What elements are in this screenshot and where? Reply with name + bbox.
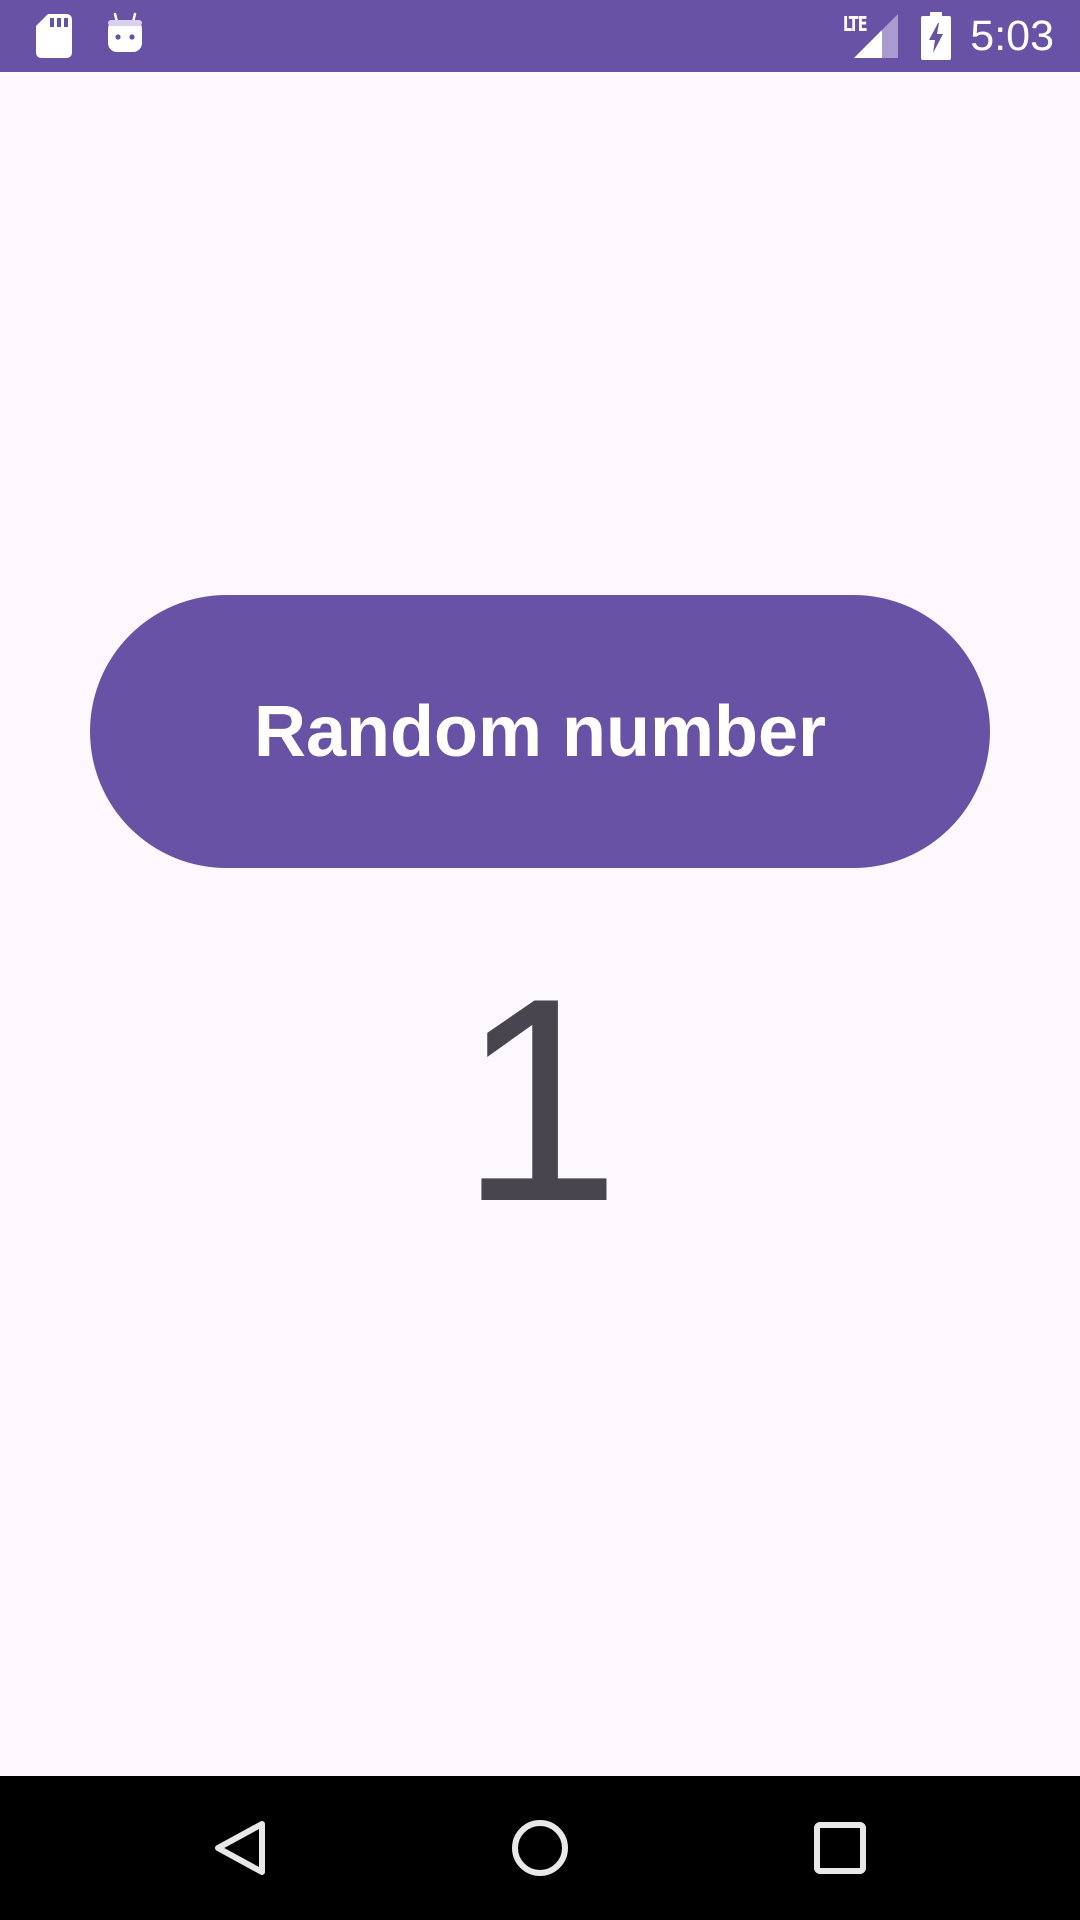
- app-screen: LTE 5:03 Random number 1: [0, 0, 1080, 1920]
- battery-charging-icon: [921, 12, 951, 60]
- navigation-bar: [0, 1776, 1080, 1920]
- recents-icon: [814, 1822, 866, 1874]
- back-button[interactable]: [190, 1798, 290, 1898]
- random-number-button-label: Random number: [253, 691, 827, 772]
- signal-icon: [854, 14, 898, 58]
- back-icon: [215, 1821, 265, 1875]
- clock: 5:03: [970, 12, 1054, 60]
- sd-card-icon: [36, 14, 72, 58]
- android-debug-icon: [108, 12, 142, 52]
- status-bar: LTE 5:03: [0, 0, 1080, 72]
- home-button[interactable]: [490, 1798, 590, 1898]
- home-icon: [512, 1820, 568, 1876]
- random-number-result: 1: [459, 938, 621, 1262]
- random-number-button[interactable]: Random number: [90, 595, 990, 868]
- recents-button[interactable]: [790, 1798, 890, 1898]
